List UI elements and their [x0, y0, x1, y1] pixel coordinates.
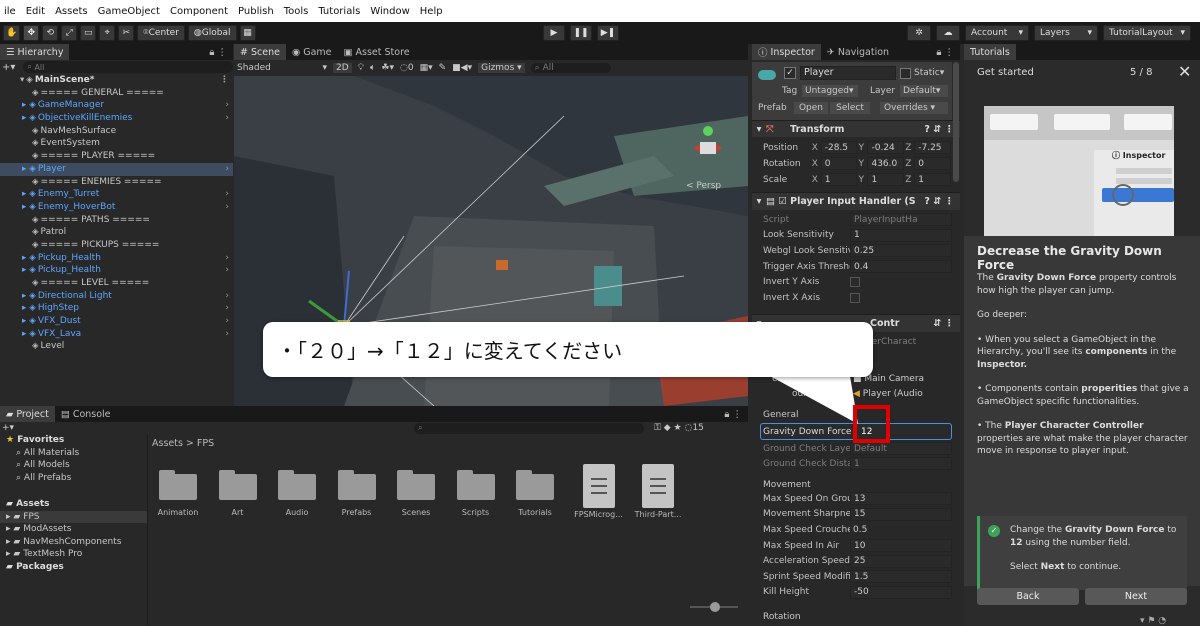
callout-pointer [770, 376, 858, 424]
instruction-callout: ・「２０」→「１２」に変えてください [263, 322, 873, 377]
callout-text: ・「２０」→「１２」に変えてください [277, 339, 623, 363]
highlight-box [853, 405, 890, 443]
callout-tail [770, 376, 858, 424]
